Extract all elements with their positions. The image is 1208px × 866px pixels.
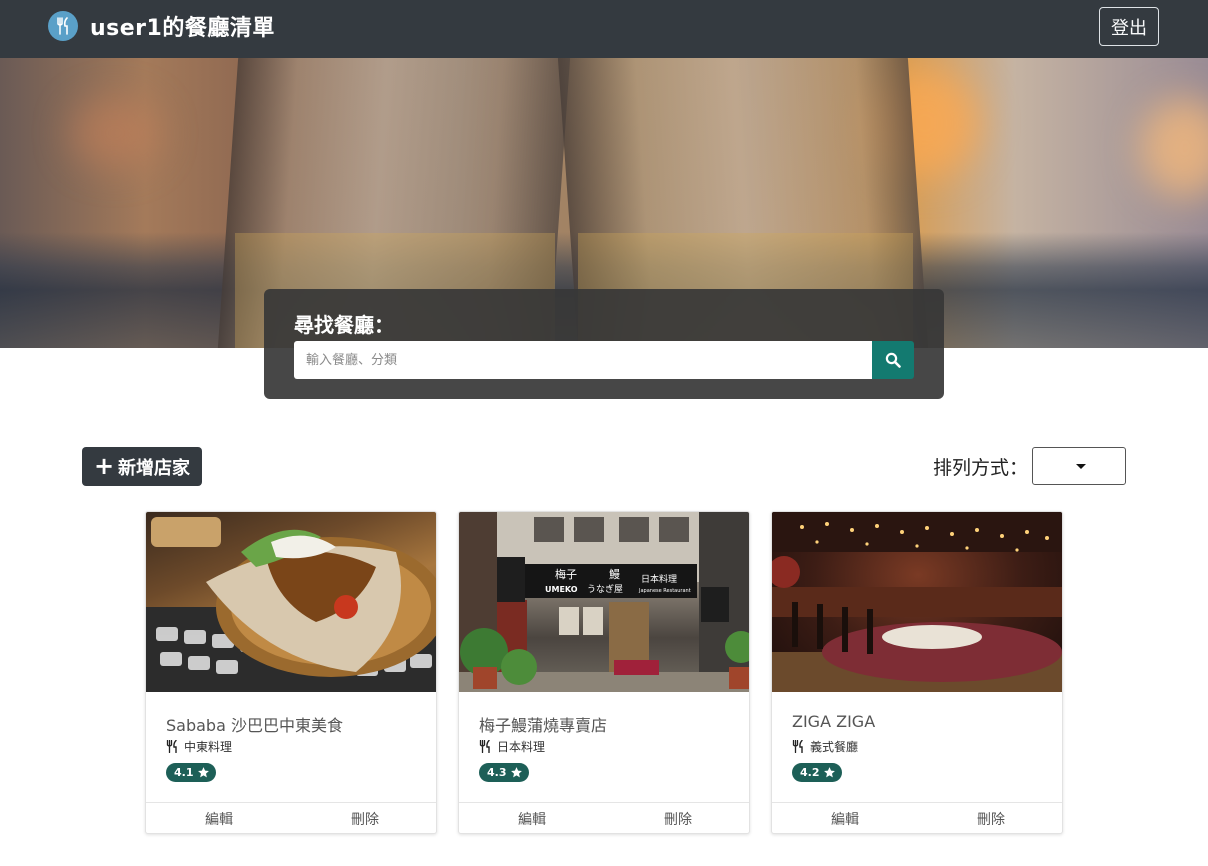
restaurant-card[interactable]: Sababa 沙巴巴中東美食 中東料理 4.1 編輯 刪除 <box>145 511 437 834</box>
search-input[interactable] <box>294 341 872 379</box>
restaurant-name: Sababa 沙巴巴中東美食 <box>166 716 343 735</box>
restaurant-category: 中東料理 <box>166 738 232 755</box>
sign-unagiya: うなぎ屋 <box>587 583 623 595</box>
delete-button[interactable]: 刪除 <box>605 803 749 833</box>
sign-umeko: UMEKO <box>545 585 578 594</box>
category-label: 義式餐廳 <box>810 740 859 754</box>
sort-select[interactable] <box>1032 447 1126 485</box>
utensils-icon <box>792 740 803 753</box>
sign-cuisine-en: Japanese Restaurant <box>638 588 691 594</box>
plus-icon: + <box>93 451 115 480</box>
navbar: user1的餐廳清單 登出 <box>0 0 1208 58</box>
search-button[interactable] <box>872 341 914 379</box>
sign-eel: 鰻 <box>609 567 620 581</box>
category-label: 日本料理 <box>497 740 546 754</box>
rating-badge: 4.2 <box>792 763 842 782</box>
restaurant-photo <box>146 512 436 692</box>
delete-button[interactable]: 刪除 <box>918 803 1062 833</box>
brand[interactable]: user1的餐廳清單 <box>48 10 275 42</box>
star-icon <box>823 767 835 778</box>
restaurant-name: 梅子鰻蒲燒專賣店 <box>479 716 608 735</box>
utensils-icon <box>166 740 177 753</box>
restaurant-card[interactable]: 梅子 鰻 UMEKO うなぎ屋 日本料理 Japanese Restaurant… <box>458 511 750 834</box>
add-restaurant-button[interactable]: + 新增店家 <box>82 447 202 486</box>
rating-value: 4.2 <box>800 766 820 779</box>
rating-badge: 4.3 <box>479 763 529 782</box>
banner-glow <box>1140 98 1208 198</box>
edit-button[interactable]: 編輯 <box>772 803 918 833</box>
sort-label: 排列方式： <box>933 457 1029 479</box>
restaurant-photo: 梅子 鰻 UMEKO うなぎ屋 日本料理 Japanese Restaurant <box>459 512 749 692</box>
rating-value: 4.1 <box>174 766 194 779</box>
add-restaurant-label: 新增店家 <box>118 457 191 479</box>
edit-button[interactable]: 編輯 <box>459 803 605 833</box>
edit-button[interactable]: 編輯 <box>146 803 292 833</box>
restaurant-category: 日本料理 <box>479 738 545 755</box>
caret-down-icon <box>1076 464 1086 469</box>
card-actions: 編輯 刪除 <box>459 802 749 833</box>
restaurant-category: 義式餐廳 <box>792 738 858 755</box>
search-panel: 尋找餐廳： <box>264 289 944 399</box>
brand-title: user1的餐廳清單 <box>90 16 275 41</box>
search-label: 尋找餐廳： <box>294 313 394 337</box>
card-actions: 編輯 刪除 <box>146 802 436 833</box>
search-icon <box>885 352 901 368</box>
utensils-icon <box>48 11 78 41</box>
star-icon <box>197 767 209 778</box>
utensils-icon <box>479 740 490 753</box>
category-label: 中東料理 <box>184 740 233 754</box>
restaurant-photo <box>772 512 1062 692</box>
card-actions: 編輯 刪除 <box>772 802 1062 833</box>
restaurant-card[interactable]: ZIGA ZIGA 義式餐廳 4.2 編輯 刪除 <box>771 511 1063 834</box>
sign-name: 梅子 <box>555 567 577 581</box>
banner-glow <box>70 98 160 168</box>
star-icon <box>510 767 522 778</box>
delete-button[interactable]: 刪除 <box>292 803 436 833</box>
logout-button[interactable]: 登出 <box>1099 7 1159 46</box>
rating-value: 4.3 <box>487 766 507 779</box>
sign-cuisine: 日本料理 <box>641 573 677 585</box>
restaurant-name: ZIGA ZIGA <box>792 712 876 731</box>
rating-badge: 4.1 <box>166 763 216 782</box>
